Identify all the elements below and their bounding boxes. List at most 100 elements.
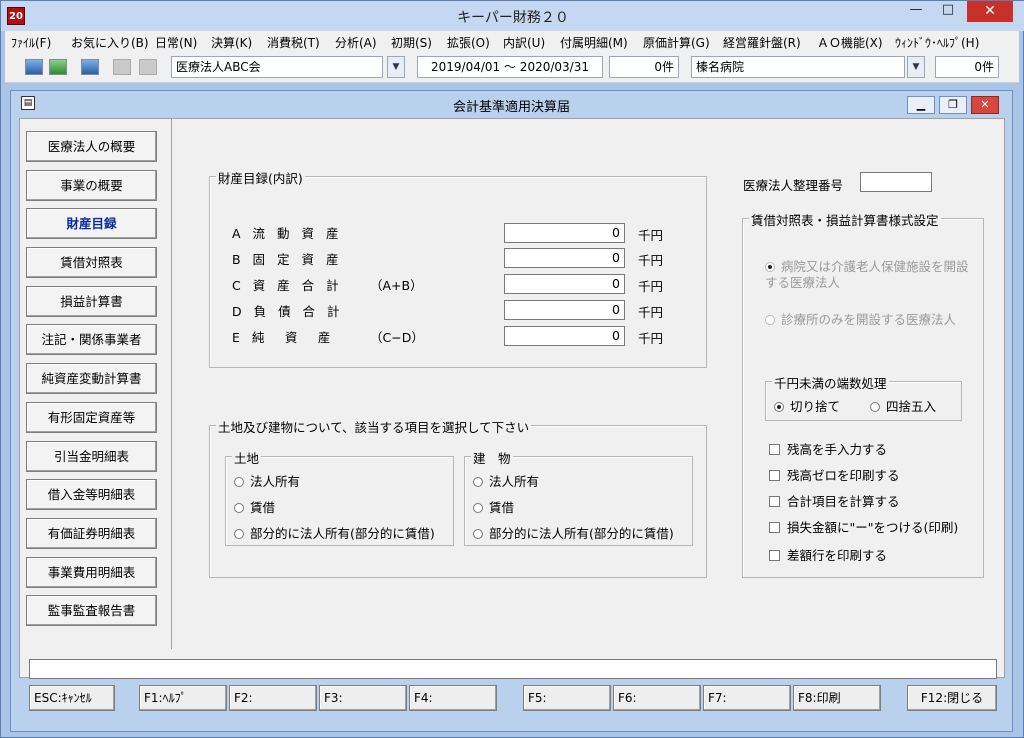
nav-property-inventory[interactable]: 財産目録 [26, 208, 157, 239]
rounding-truncate-radio[interactable]: 切り捨て [774, 396, 840, 415]
rounding-group-label: 千円未満の端数処理 [772, 373, 889, 392]
loss-minus-checkbox[interactable]: 損失金額に"ー"をつける(印刷) [769, 517, 958, 536]
rounding-round-radio[interactable]: 四捨五入 [870, 396, 936, 415]
fixed-assets-input[interactable]: 0 [504, 248, 625, 268]
form-window: ▤ 会計基準適用決算届 ▁ ❐ ✕ 医療法人の概要 事業の概要 財産目録 賃借対… [10, 90, 1013, 732]
f7-button[interactable]: F7: [703, 685, 791, 711]
menu-breakdown[interactable]: 内訳(U) [503, 34, 545, 51]
nav-business-expenses[interactable]: 事業費用明細表 [26, 557, 157, 588]
facility-select[interactable]: 榛名病院 [691, 56, 905, 78]
asset-row-label: A 流 動 資 産 [232, 226, 343, 241]
menu-ao[interactable]: ＡＯ機能(X) [817, 34, 883, 51]
menu-compass[interactable]: 経営羅針盤(R) [723, 34, 801, 51]
status-line [29, 659, 997, 679]
close-button[interactable]: ✕ [967, 1, 1013, 22]
app-window: 20 キーパー財務２０ — □ ✕ ﾌｧｲﾙ(F) お気に入り(B) 日常(N)… [0, 0, 1024, 738]
print-diff-row-checkbox[interactable]: 差額行を印刷する [769, 545, 887, 564]
nav-loans-details[interactable]: 借入金等明細表 [26, 479, 157, 510]
key-icon-2[interactable] [139, 59, 157, 75]
land-group: 土地 法人所有 賃借 部分的に法人所有(部分的に賃借) [225, 448, 454, 546]
company-select[interactable]: 医療法人ABC会 [171, 56, 383, 78]
chevron-down-icon[interactable]: ▼ [387, 56, 405, 78]
f5-button[interactable]: F5: [523, 685, 611, 711]
calc-totals-checkbox[interactable]: 合計項目を計算する [769, 491, 900, 510]
form-close-button[interactable]: ✕ [971, 96, 999, 114]
f8-print-button[interactable]: F8:印刷 [793, 685, 881, 711]
f4-button[interactable]: F4: [409, 685, 497, 711]
f1-help-button[interactable]: F1:ﾍﾙﾌﾟ [139, 685, 227, 711]
screen-icon[interactable] [81, 59, 99, 75]
f6-button[interactable]: F6: [613, 685, 701, 711]
f12-close-button[interactable]: F12:閉じる [907, 685, 997, 711]
building-group: 建 物 法人所有 賃借 部分的に法人所有(部分的に賃借) [464, 448, 693, 546]
chevron-down-icon[interactable]: ▼ [907, 56, 925, 78]
rounding-group: 千円未満の端数処理 切り捨て 四捨五入 [765, 373, 962, 421]
unit-label: 千円 [638, 253, 664, 268]
building-leased-radio[interactable]: 賃借 [473, 497, 514, 516]
minimize-button[interactable]: — [901, 1, 931, 21]
app-title: キーパー財務２０ [457, 10, 569, 26]
reg-number-input[interactable] [860, 172, 932, 192]
building-owned-radio[interactable]: 法人所有 [473, 471, 539, 490]
form-minimize-button[interactable]: ▁ [907, 96, 935, 114]
nav-balance-sheet[interactable]: 賃借対照表 [26, 247, 157, 278]
menu-settlement[interactable]: 決算(K) [211, 34, 252, 51]
asset-row-label: D 負 債 合 計 [232, 304, 344, 319]
current-assets-input[interactable]: 0 [504, 223, 625, 243]
nav-securities-details[interactable]: 有価証券明細表 [26, 518, 157, 549]
land-building-group: 土地及び建物について、該当する項目を選択して下さい 土地 法人所有 賃借 部分的… [209, 417, 707, 578]
menu-daily[interactable]: 日常(N) [155, 34, 197, 51]
title-bar: 20 キーパー財務２０ — □ ✕ [1, 1, 1024, 31]
manual-balance-checkbox[interactable]: 残高を手入力する [769, 439, 887, 458]
nav-medical-corp-overview[interactable]: 医療法人の概要 [26, 131, 157, 162]
nav-allowance-details[interactable]: 引当金明細表 [26, 441, 157, 472]
format-group: 賃借対照表・損益計算書様式設定 病院又は介護老人保健施設を開設する医療法人 診療… [742, 210, 984, 578]
nav-income-statement[interactable]: 損益計算書 [26, 286, 157, 317]
format-clinic-radio[interactable]: 診療所のみを開設する医療法人 [765, 309, 956, 328]
menu-attached-details[interactable]: 付属明細(M) [560, 34, 628, 51]
refresh-icon[interactable] [49, 59, 67, 75]
nav-business-overview[interactable]: 事業の概要 [26, 170, 157, 201]
unit-label: 千円 [638, 331, 664, 346]
unit-label: 千円 [638, 228, 664, 243]
menu-analysis[interactable]: 分析(A) [335, 34, 377, 51]
format-hospital-radio[interactable]: 病院又は介護老人保健施設を開設する医療法人 [765, 259, 975, 291]
building-partial-radio[interactable]: 部分的に法人所有(部分的に賃借) [473, 523, 674, 542]
period-field[interactable]: 2019/04/01 〜 2020/03/31 [417, 56, 603, 78]
form-title: 会計基準適用決算届 [452, 100, 570, 115]
menu-window-help[interactable]: ｳｨﾝﾄﾞｳ･ﾍﾙﾌﾟ(H) [895, 34, 979, 51]
total-liabilities-input[interactable]: 0 [504, 300, 625, 320]
print-zero-balance-checkbox[interactable]: 残高ゼロを印刷する [769, 465, 900, 484]
land-leased-radio[interactable]: 賃借 [234, 497, 275, 516]
land-owned-radio[interactable]: 法人所有 [234, 471, 300, 490]
form-restore-button[interactable]: ❐ [939, 96, 967, 114]
menu-cost-accounting[interactable]: 原価計算(G) [643, 34, 710, 51]
assets-group-label: 財産目録(内訳) [216, 168, 305, 187]
form-client-area: 医療法人の概要 事業の概要 財産目録 賃借対照表 損益計算書 注記・関係事業者 … [19, 118, 1005, 678]
monitor-icon[interactable] [25, 59, 43, 75]
f2-button[interactable]: F2: [229, 685, 317, 711]
menu-consumption-tax[interactable]: 消費税(T) [267, 34, 320, 51]
menu-extension[interactable]: 拡張(O) [447, 34, 490, 51]
format-group-label: 賃借対照表・損益計算書様式設定 [749, 210, 941, 229]
key-icon[interactable] [113, 59, 131, 75]
count-field-2: 0件 [935, 56, 999, 78]
nav-tangible-assets[interactable]: 有形固定資産等 [26, 402, 157, 433]
esc-cancel-button[interactable]: ESC:ｷｬﾝｾﾙ [29, 685, 115, 711]
count-field-1: 0件 [609, 56, 679, 78]
asset-row-label: B 固 定 資 産 [232, 252, 343, 267]
reg-number-label: 医療法人整理番号 [743, 178, 844, 193]
menu-initial[interactable]: 初期(S) [391, 34, 432, 51]
nav-audit-report[interactable]: 監事監査報告書 [26, 595, 157, 626]
net-assets-input[interactable]: 0 [504, 326, 625, 346]
nav-notes-related[interactable]: 注記・関係事業者 [26, 324, 157, 355]
total-assets-input[interactable]: 0 [504, 274, 625, 294]
land-building-group-label: 土地及び建物について、該当する項目を選択して下さい [216, 417, 532, 436]
f3-button[interactable]: F3: [319, 685, 407, 711]
land-group-label: 土地 [232, 448, 262, 467]
nav-equity-changes[interactable]: 純資産変動計算書 [26, 363, 157, 394]
menu-file[interactable]: ﾌｧｲﾙ(F) [11, 34, 51, 51]
menu-favorites[interactable]: お気に入り(B) [71, 34, 149, 51]
maximize-button[interactable]: □ [933, 1, 963, 21]
land-partial-radio[interactable]: 部分的に法人所有(部分的に賃借) [234, 523, 435, 542]
